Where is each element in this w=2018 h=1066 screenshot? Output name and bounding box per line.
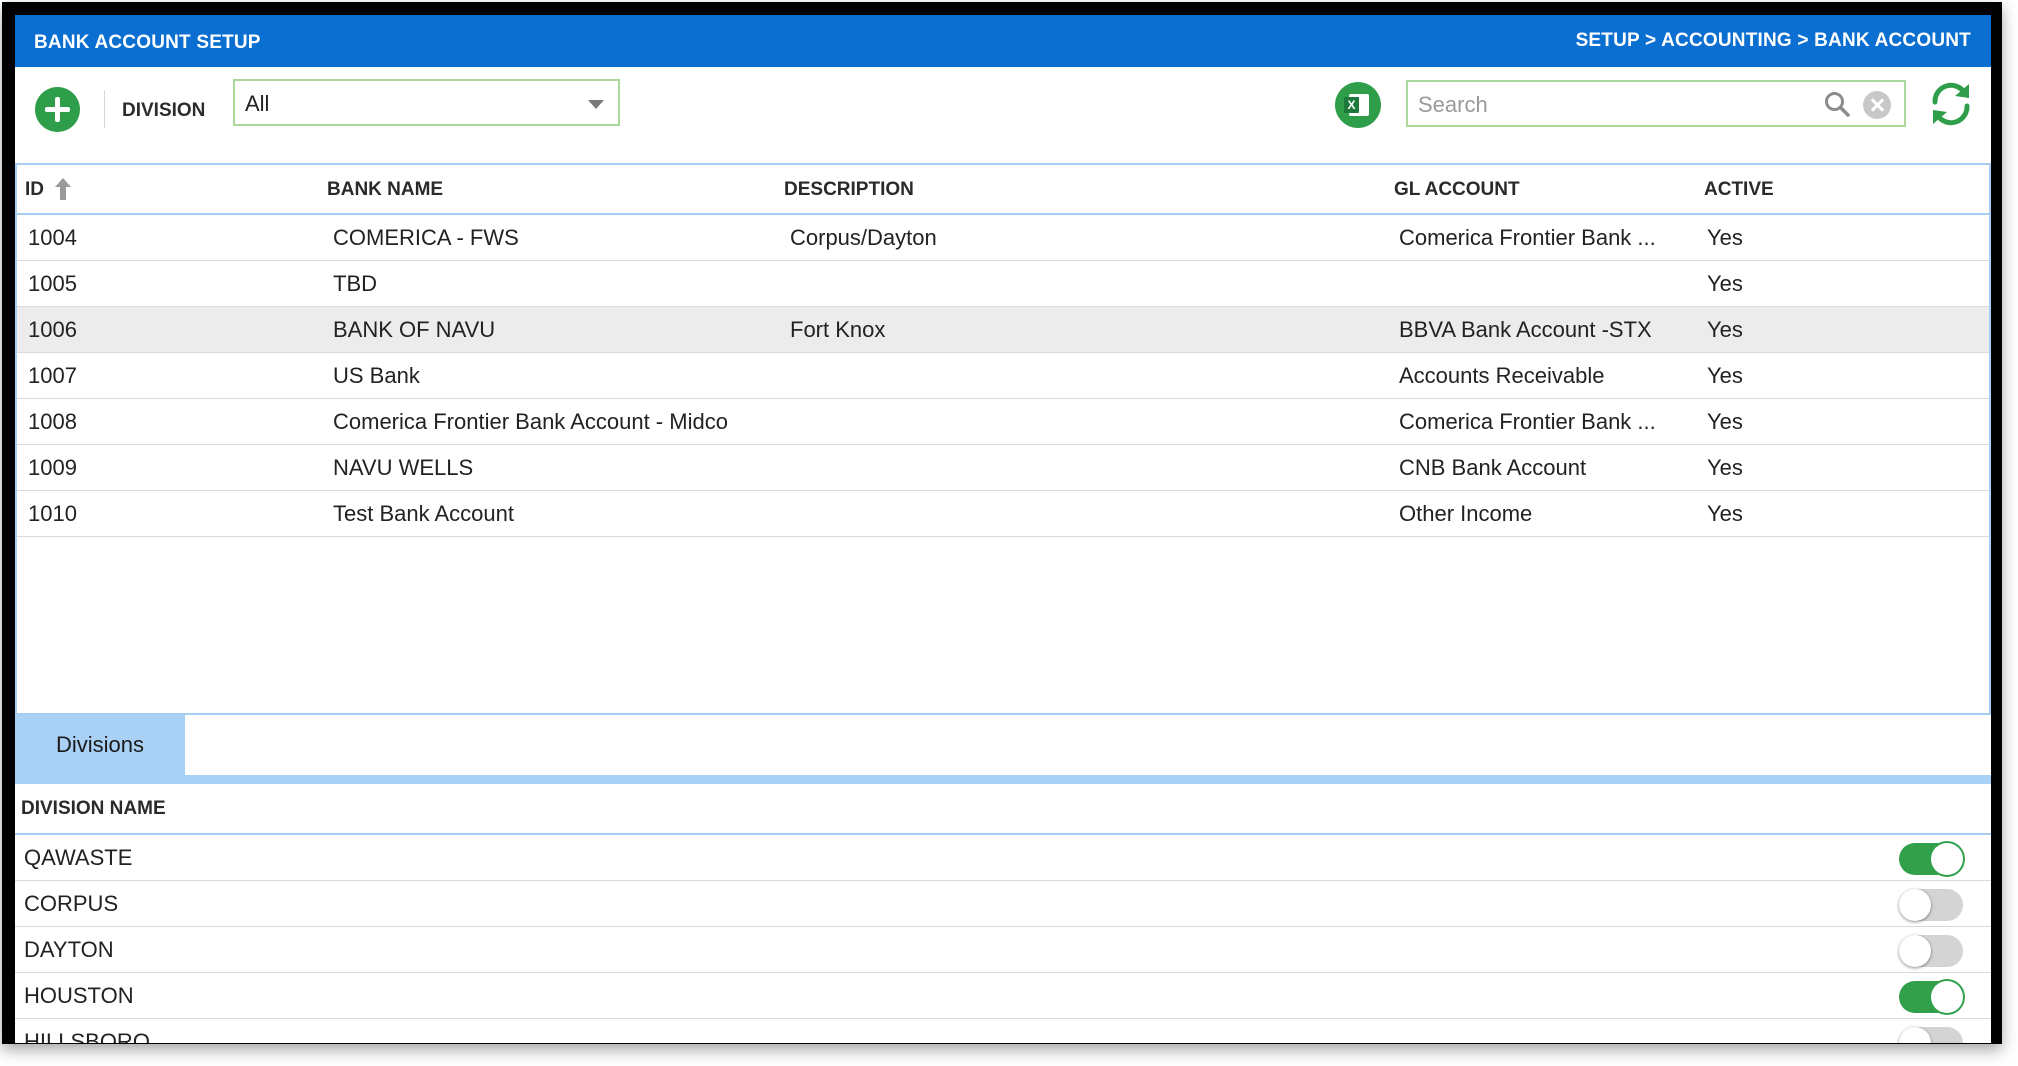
cell-active: Yes [1707, 271, 1743, 296]
list-item: CORPUS [15, 881, 1991, 927]
cell-active: Yes [1707, 409, 1743, 434]
toggle-knob [1899, 889, 1931, 921]
bank-account-grid: ID BANK NAME DESCRIPTION GL ACCOUNT ACTI… [15, 163, 1991, 715]
cell-description: Corpus/Dayton [790, 225, 937, 250]
cell-gl-account: CNB Bank Account [1399, 455, 1587, 480]
window-frame: BANK ACCOUNT SETUP SETUP > ACCOUNTING > … [2, 2, 2002, 1044]
excel-export-icon[interactable]: X [1335, 82, 1381, 128]
cell-id: 1010 [28, 501, 77, 526]
division-toggle[interactable] [1899, 981, 1963, 1013]
cell-active: Yes [1707, 317, 1743, 342]
excel-x-mark: X [1344, 97, 1359, 113]
division-label: DIVISION [122, 100, 206, 121]
toolbar: DIVISION All X [15, 67, 1991, 163]
page-title: BANK ACCOUNT SETUP [34, 32, 261, 53]
division-name: QAWASTE [24, 845, 133, 870]
chevron-down-icon[interactable] [588, 100, 604, 109]
division-toggle[interactable] [1899, 1027, 1963, 1043]
cell-id: 1004 [28, 225, 77, 250]
clear-search-icon[interactable] [1863, 91, 1891, 119]
cell-id: 1009 [28, 455, 77, 480]
grid-rows: 1004 COMERICA - FWS Corpus/Dayton Comeri… [17, 215, 1989, 537]
cell-bank-name: BANK OF NAVU [333, 317, 496, 342]
division-name: CORPUS [24, 891, 119, 916]
division-name: HILLSBORO [24, 1029, 150, 1043]
division-select-value: All [245, 91, 270, 116]
cell-gl-account: BBVA Bank Account -STX [1399, 317, 1652, 342]
list-item: DAYTON [15, 927, 1991, 973]
cell-bank-name: Comerica Frontier Bank Account - Midco [333, 409, 728, 434]
list-item: QAWASTE [15, 835, 1991, 881]
toggle-knob [1931, 981, 1963, 1013]
toggle-knob [1899, 935, 1931, 967]
tab-divisions[interactable]: Divisions [15, 715, 185, 775]
toggle-knob [1899, 1027, 1931, 1043]
cell-active: Yes [1707, 363, 1743, 388]
grid-header: ID BANK NAME DESCRIPTION GL ACCOUNT ACTI… [17, 165, 1989, 215]
toolbar-divider [104, 90, 105, 128]
cell-id: 1006 [28, 317, 77, 342]
tab-underline [15, 775, 1991, 784]
division-list: QAWASTE CORPUS DAYTON HOUSTON HILLSBORO [15, 835, 1991, 1043]
search-input[interactable] [1416, 88, 1800, 122]
cell-active: Yes [1707, 455, 1743, 480]
cell-bank-name: TBD [333, 271, 377, 296]
cell-gl-account: Accounts Receivable [1399, 363, 1605, 388]
refresh-icon[interactable] [1927, 80, 1975, 128]
table-row[interactable]: 1004 COMERICA - FWS Corpus/Dayton Comeri… [17, 215, 1989, 261]
column-header-division-name[interactable]: DIVISION NAME [21, 798, 166, 820]
table-row[interactable]: 1009 NAVU WELLS CNB Bank Account Yes [17, 445, 1989, 491]
search-icon[interactable] [1824, 91, 1850, 117]
table-row-selected[interactable]: 1006 BANK OF NAVU Fort Knox BBVA Bank Ac… [17, 307, 1989, 353]
division-name: DAYTON [24, 937, 114, 962]
column-header-active[interactable]: ACTIVE [1704, 179, 1774, 201]
table-row[interactable]: 1007 US Bank Accounts Receivable Yes [17, 353, 1989, 399]
list-item: HOUSTON [15, 973, 1991, 1019]
cell-gl-account: Other Income [1399, 501, 1533, 526]
column-header-bank-name[interactable]: BANK NAME [327, 179, 443, 201]
list-item: HILLSBORO [15, 1019, 1991, 1043]
table-row[interactable]: 1010 Test Bank Account Other Income Yes [17, 491, 1989, 537]
division-toggle[interactable] [1899, 935, 1963, 967]
app-window: BANK ACCOUNT SETUP SETUP > ACCOUNTING > … [15, 15, 1991, 1043]
cell-active: Yes [1707, 501, 1743, 526]
table-row[interactable]: 1005 TBD Yes [17, 261, 1989, 307]
cell-description: Fort Knox [790, 317, 886, 342]
division-name: HOUSTON [24, 983, 134, 1008]
breadcrumb[interactable]: SETUP > ACCOUNTING > BANK ACCOUNT [1576, 30, 1971, 52]
cell-id: 1008 [28, 409, 77, 434]
add-icon[interactable] [35, 87, 80, 132]
cell-bank-name: NAVU WELLS [333, 455, 474, 480]
column-header-description[interactable]: DESCRIPTION [784, 179, 914, 201]
division-grid-header: DIVISION NAME [15, 784, 1991, 835]
detail-tabbar: Divisions [15, 715, 1991, 784]
division-toggle[interactable] [1899, 889, 1963, 921]
division-toggle[interactable] [1899, 843, 1963, 875]
cell-bank-name: Test Bank Account [333, 501, 514, 526]
cell-active: Yes [1707, 225, 1743, 250]
cell-id: 1005 [28, 271, 77, 296]
sort-ascending-icon[interactable] [53, 176, 73, 202]
table-row[interactable]: 1008 Comerica Frontier Bank Account - Mi… [17, 399, 1989, 445]
column-header-gl-account[interactable]: GL ACCOUNT [1394, 179, 1520, 201]
cell-bank-name: US Bank [333, 363, 420, 388]
search-box [1406, 80, 1906, 127]
cell-gl-account: Comerica Frontier Bank ... [1399, 225, 1656, 250]
page-header: BANK ACCOUNT SETUP SETUP > ACCOUNTING > … [15, 15, 1991, 67]
column-header-id[interactable]: ID [25, 179, 44, 201]
cell-bank-name: COMERICA - FWS [333, 225, 519, 250]
cell-gl-account: Comerica Frontier Bank ... [1399, 409, 1656, 434]
cell-id: 1007 [28, 363, 77, 388]
division-select[interactable]: All [233, 79, 620, 126]
toggle-knob [1931, 843, 1963, 875]
